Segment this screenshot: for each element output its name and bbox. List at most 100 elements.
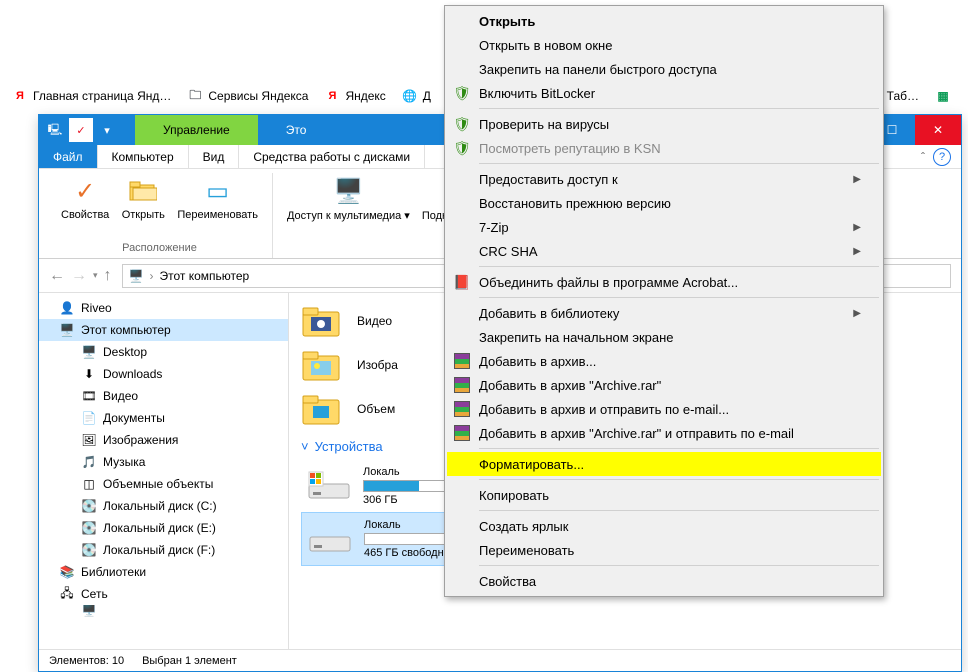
lib-icon: 📚 <box>59 565 75 579</box>
yandex-icon: Я <box>324 88 340 104</box>
context-menu-item[interactable]: Добавить в библиотеку▶ <box>447 301 881 325</box>
tree-item[interactable]: 🖥️ Desktop <box>39 341 288 363</box>
history-dropdown-icon[interactable]: ▾ <box>93 270 98 281</box>
folder-open-icon <box>127 175 159 207</box>
drive-icon <box>308 523 352 555</box>
context-menu-item[interactable]: Создать ярлык <box>447 514 881 538</box>
drive-icon <box>307 470 351 502</box>
menu-separator <box>479 266 879 267</box>
tree-item-label: Этот компьютер <box>81 323 171 337</box>
winrar-icon <box>453 400 471 418</box>
context-menu-item[interactable]: Переименовать <box>447 538 881 562</box>
tab-file[interactable]: Файл <box>39 145 98 168</box>
media-icon: 🖥️ <box>332 175 364 207</box>
context-menu-item[interactable]: 🛡Включить BitLocker <box>447 81 881 105</box>
tree-item[interactable]: 🖥️Этот компьютер <box>39 319 288 341</box>
qat-computer-icon[interactable]: 🖳 <box>43 118 67 142</box>
folder-label: Изобра <box>357 358 398 372</box>
menu-item-label: CRC SHA <box>479 244 538 259</box>
back-button[interactable]: ← <box>49 267 65 285</box>
context-menu-item[interactable]: Открыть в новом окне <box>447 33 881 57</box>
rename-icon: ▭ <box>202 175 234 207</box>
tree-item[interactable]: 🎵Музыка <box>39 451 288 473</box>
tree-item[interactable]: 🖧Сеть <box>39 583 288 605</box>
ribbon-collapse-icon[interactable]: ˆ <box>921 150 925 164</box>
context-menu-item[interactable]: 7-Zip▶ <box>447 215 881 239</box>
tree-item-label: Видео <box>103 389 138 403</box>
menu-item-label: Добавить в библиотеку <box>479 306 619 321</box>
close-button[interactable]: ✕ <box>915 115 961 145</box>
up-button[interactable]: ↑ <box>104 267 112 285</box>
tab-computer[interactable]: Компьютер <box>98 145 189 168</box>
tree-item[interactable]: ◫Объемные объекты <box>39 473 288 495</box>
music-icon: 🎵 <box>81 455 97 469</box>
folder-icon <box>301 390 343 428</box>
tab-drive-tools[interactable]: Средства работы с дисками <box>239 145 425 168</box>
menu-separator <box>479 510 879 511</box>
folder-icon: 🗀 <box>187 88 203 104</box>
tree-item-label: Локальный диск (E:) <box>103 521 216 535</box>
tree-item[interactable]: 💽Локальный диск (C:) <box>39 495 288 517</box>
context-menu-item[interactable]: Свойства <box>447 569 881 593</box>
context-menu-item[interactable]: 🛡Проверить на вирусы <box>447 112 881 136</box>
context-menu-item[interactable]: 📕Объединить файлы в программе Acrobat... <box>447 270 881 294</box>
menu-separator <box>479 297 879 298</box>
submenu-arrow-icon: ▶ <box>853 246 861 257</box>
bookmark-sheets[interactable]: ▦ <box>929 84 962 108</box>
ribbon-properties[interactable]: ✓Свойства <box>55 173 115 223</box>
tree-item-label: Desktop <box>103 345 147 359</box>
pdf-icon: 📕 <box>453 273 471 291</box>
bookmark-yandex-services[interactable]: 🗀Сервисы Яндекса <box>181 84 314 108</box>
ribbon-open[interactable]: Открыть <box>115 173 171 223</box>
bookmark-yandex-home[interactable]: ЯГлавная страница Янд… <box>6 84 177 108</box>
title-tab-manage[interactable]: Управление <box>135 115 258 145</box>
tree-item[interactable]: 🖼 Изображения <box>39 429 288 451</box>
checkmark-icon: ✓ <box>69 175 101 207</box>
context-menu-item[interactable]: Добавить в архив "Archive.rar" <box>447 373 881 397</box>
ribbon-rename[interactable]: ▭Переименовать <box>171 173 264 223</box>
context-menu-item[interactable]: Копировать <box>447 483 881 507</box>
menu-separator <box>479 479 879 480</box>
navigation-tree: 👤Riveo🖥️Этот компьютер 🖥️ Desktop ⬇Download… <box>39 293 289 649</box>
help-icon[interactable]: ? <box>933 148 951 166</box>
context-menu-item[interactable]: Закрепить на начальном экране <box>447 325 881 349</box>
bookmark-tab-cut[interactable]: Таб… <box>881 85 925 107</box>
tree-item-label: Объемные объекты <box>103 477 213 491</box>
menu-item-label: Закрепить на начальном экране <box>479 330 674 345</box>
context-menu-item[interactable]: Добавить в архив "Archive.rar" и отправи… <box>447 421 881 445</box>
context-menu-item[interactable]: Закрепить на панели быстрого доступа <box>447 57 881 81</box>
folder-icon <box>301 346 343 384</box>
pics-icon: 🖼 <box>81 433 97 447</box>
tree-item[interactable]: 📚Библиотеки <box>39 561 288 583</box>
context-menu-item[interactable]: Восстановить прежнюю версию <box>447 191 881 215</box>
ribbon-media-access[interactable]: 🖥️Доступ к мультимедиа ▾ <box>281 173 416 224</box>
bookmark-yandex[interactable]: ЯЯндекс <box>318 84 391 108</box>
context-menu-item[interactable]: Форматировать... <box>447 452 881 476</box>
tree-item[interactable]: 💽Локальный диск (E:) <box>39 517 288 539</box>
tab-view[interactable]: Вид <box>189 145 240 168</box>
context-menu-item[interactable]: CRC SHA ▶ <box>447 239 881 263</box>
qat-pin-icon[interactable]: ✓ <box>69 118 93 142</box>
tree-item[interactable]: 💽Локальный диск (F:) <box>39 539 288 561</box>
tree-item[interactable]: ⬇Downloads <box>39 363 288 385</box>
tree-item[interactable]: 👤Riveo <box>39 297 288 319</box>
desktop-icon: 🖥️ <box>81 345 97 359</box>
breadcrumb[interactable]: Этот компьютер <box>159 269 249 283</box>
menu-separator <box>479 163 879 164</box>
shield-icon: 🛡 <box>453 84 471 102</box>
menu-item-label: Закрепить на панели быстрого доступа <box>479 62 717 77</box>
ribbon-group-location: Расположение <box>55 240 264 258</box>
context-menu-item[interactable]: Добавить в архив... <box>447 349 881 373</box>
context-menu-item[interactable]: Предоставить доступ к▶ <box>447 167 881 191</box>
context-menu-item[interactable]: Открыть <box>447 9 881 33</box>
forward-button[interactable]: → <box>71 267 87 285</box>
tree-item[interactable]: 📄Документы <box>39 407 288 429</box>
context-menu-item[interactable]: 🛡Посмотреть репутацию в KSN <box>447 136 881 160</box>
bookmark-d[interactable]: 🌐Д <box>396 84 437 108</box>
qat-dropdown-icon[interactable]: ▾ <box>95 118 119 142</box>
tree-item-label: Изображения <box>103 433 178 447</box>
context-menu-item[interactable]: Добавить в архив и отправить по e-mail..… <box>447 397 881 421</box>
tree-item[interactable]: 🎞 Видео <box>39 385 288 407</box>
tree-item-label: Riveo <box>81 301 112 315</box>
video-icon: 🎞 <box>81 389 97 403</box>
